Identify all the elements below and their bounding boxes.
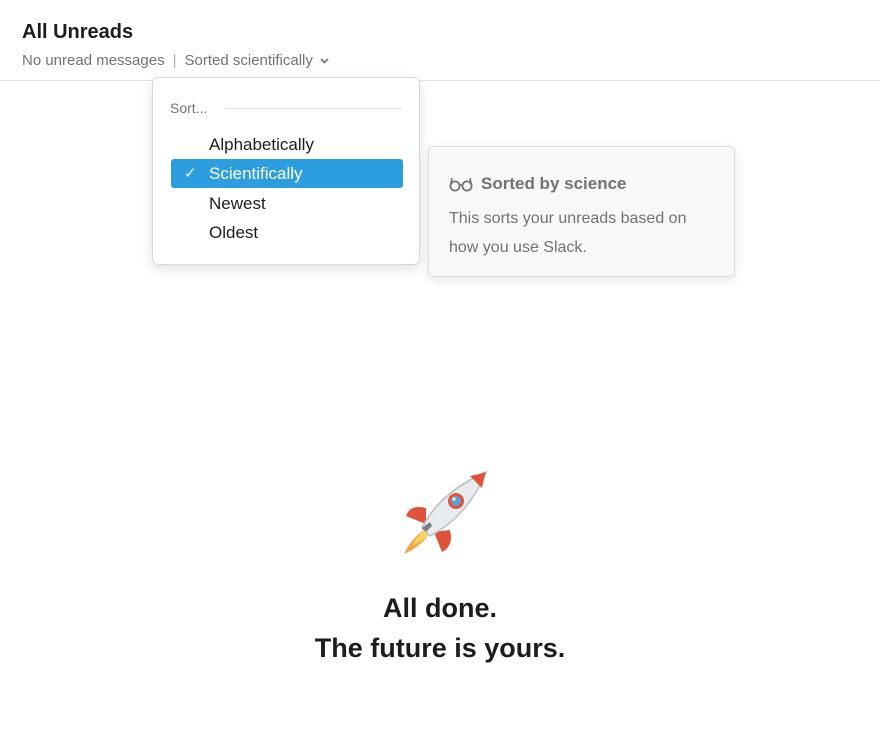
empty-state-subtitle: The future is yours. bbox=[314, 633, 566, 663]
menu-item-label: Scientifically bbox=[209, 164, 303, 183]
sort-toggle-label: Sorted scientifically bbox=[184, 52, 313, 69]
tooltip-body: This sorts your unreads based on how you… bbox=[449, 210, 687, 256]
sort-option-oldest[interactable]: Oldest bbox=[171, 218, 403, 247]
header-subline: No unread messages | Sorted scientifical… bbox=[22, 52, 329, 69]
empty-state-title: All done. bbox=[383, 593, 497, 623]
chevron-down-icon bbox=[320, 57, 329, 64]
divider bbox=[225, 108, 402, 109]
sort-menu: Sort... Alphabetically ✓ Scientifically … bbox=[152, 77, 420, 265]
sort-option-newest[interactable]: Newest bbox=[171, 189, 403, 218]
menu-item-label: Alphabetically bbox=[209, 135, 314, 154]
unreads-header: All Unreads No unread messages | Sorted … bbox=[0, 0, 880, 81]
checkmark-icon: ✓ bbox=[184, 165, 197, 182]
rocket-icon bbox=[404, 470, 488, 554]
sort-tooltip: Sorted by science This sorts your unread… bbox=[428, 146, 735, 277]
menu-item-label: Newest bbox=[209, 194, 266, 213]
glasses-icon bbox=[449, 177, 473, 192]
unread-status: No unread messages bbox=[22, 52, 165, 69]
tooltip-title: Sorted by science bbox=[449, 174, 627, 194]
sort-menu-header: Sort... bbox=[170, 100, 208, 116]
sort-option-scientifically[interactable]: ✓ Scientifically bbox=[171, 159, 403, 188]
separator: | bbox=[172, 52, 177, 69]
sort-toggle[interactable]: Sorted scientifically bbox=[185, 52, 329, 69]
tooltip-title-text: Sorted by science bbox=[481, 174, 627, 193]
sort-option-alphabetically[interactable]: Alphabetically bbox=[171, 130, 403, 159]
page-title: All Unreads bbox=[22, 21, 134, 43]
menu-item-label: Oldest bbox=[209, 223, 259, 242]
